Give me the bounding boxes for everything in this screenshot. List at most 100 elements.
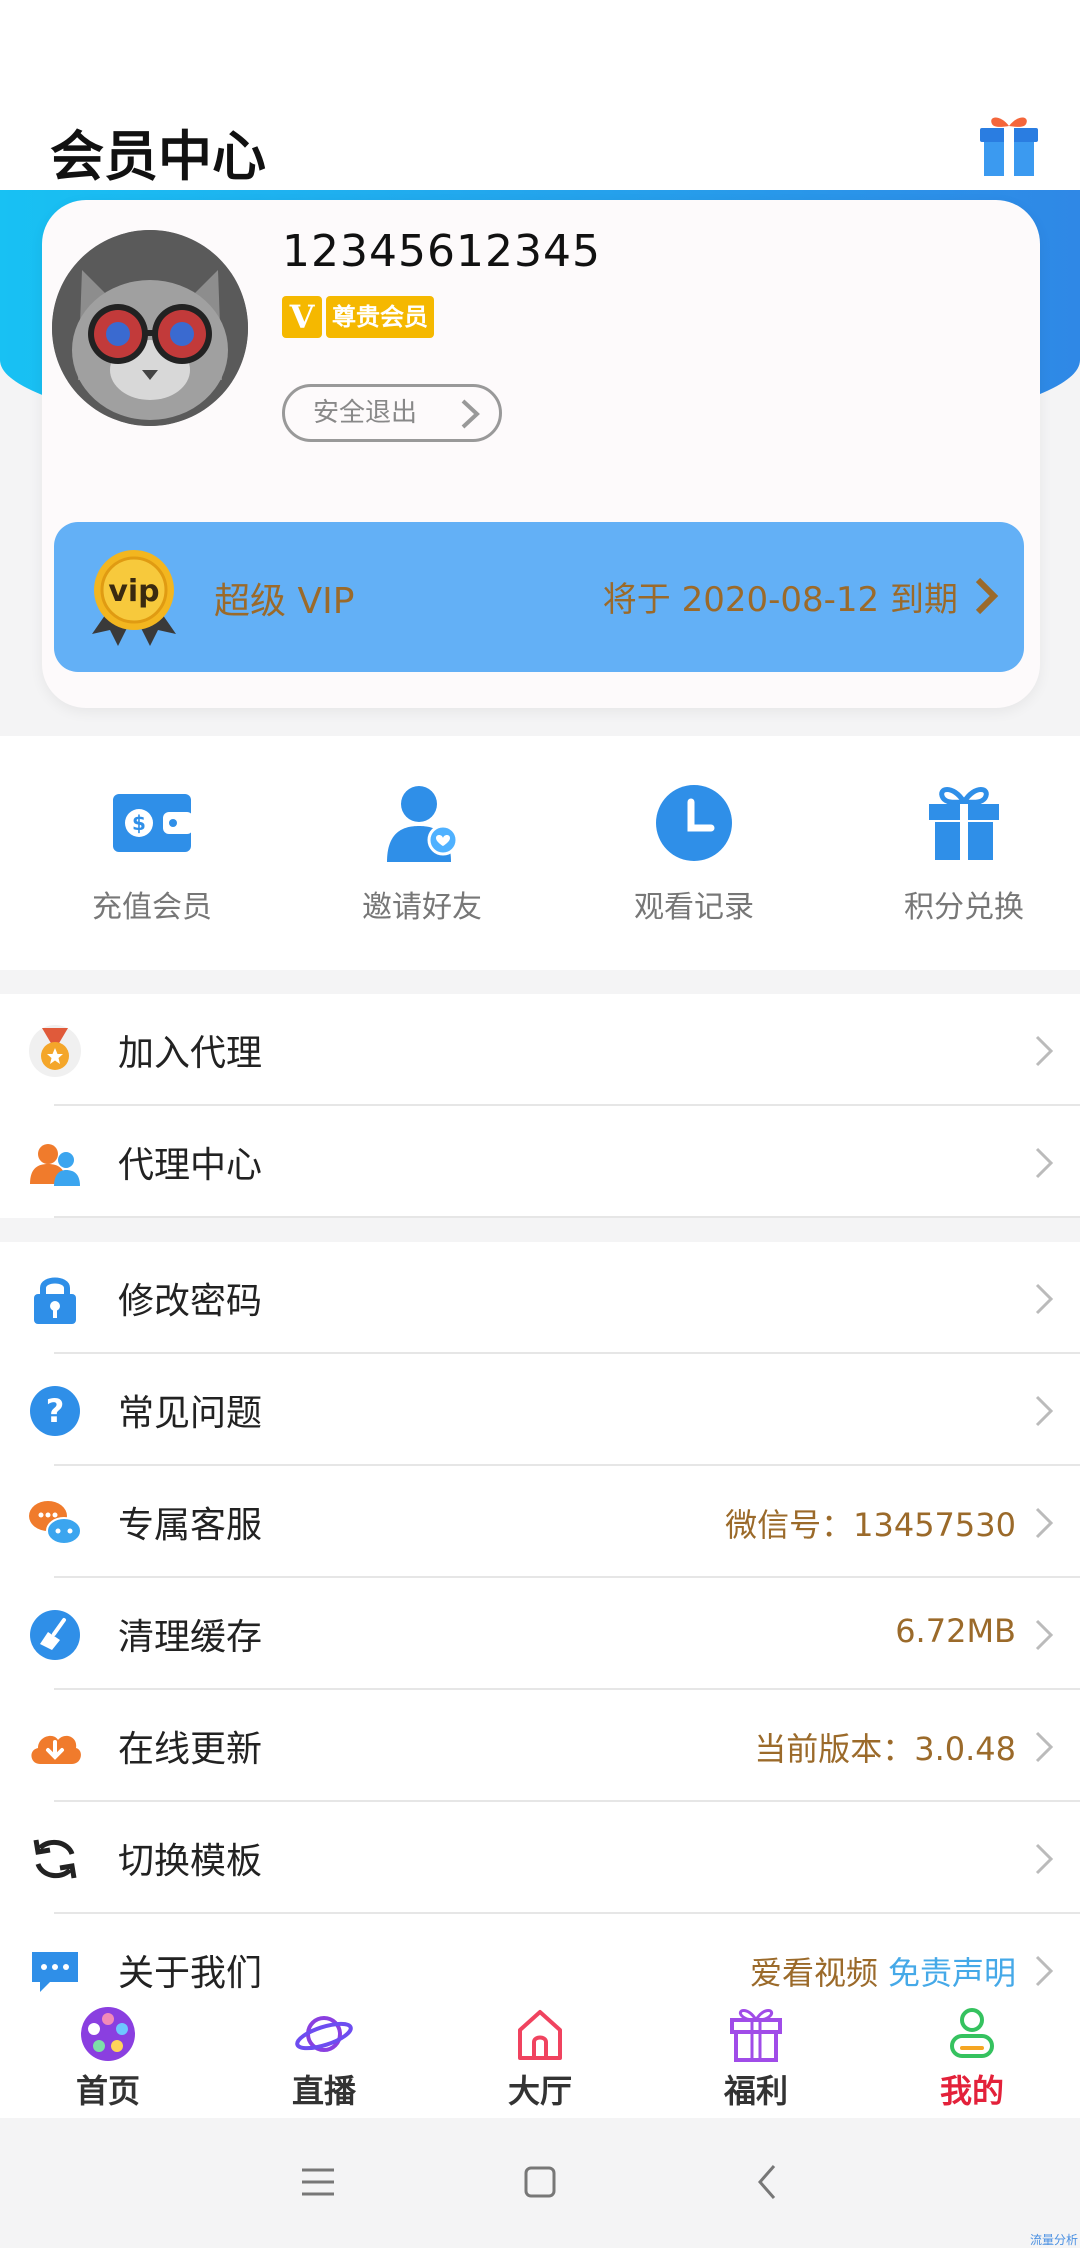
- tab-live[interactable]: 直播: [216, 2004, 432, 2114]
- film-reel-icon: [81, 2007, 135, 2061]
- users-icon: [30, 1144, 80, 1186]
- tab-welfare[interactable]: 福利: [648, 2004, 864, 2114]
- gift-icon: [730, 2009, 782, 2062]
- chevron-right-icon: [1035, 1731, 1054, 1763]
- quick-action-recharge[interactable]: $ 充值会员: [52, 782, 252, 942]
- logout-button[interactable]: 安全退出: [282, 384, 502, 442]
- quick-action-points[interactable]: 积分兑换: [864, 782, 1064, 942]
- menu-item-change-password[interactable]: 修改密码: [0, 1242, 1080, 1354]
- chevron-right-icon: [1035, 1507, 1054, 1539]
- menu-group-agent: 加入代理 代理中心: [0, 994, 1080, 1218]
- chat-icon: [29, 1501, 82, 1545]
- username: 12345612345: [282, 226, 601, 277]
- wechat-id: 微信号：13457530: [725, 1506, 1016, 1544]
- vip-expire-text: 将于 2020-08-12 到期: [602, 580, 958, 620]
- wallet-icon: $: [113, 794, 193, 852]
- menu-item-label: 在线更新: [118, 1729, 263, 1770]
- vip-status-bar[interactable]: vip 超级 VIP 将于 2020-08-12 到期: [54, 522, 1024, 672]
- gift-icon: [929, 787, 999, 860]
- logout-label: 安全退出: [313, 398, 418, 428]
- chevron-right-icon: [1035, 1843, 1054, 1875]
- menu-group-settings: 修改密码 ? 常见问题 专属客服 微信号：13457530 清理缓存 6.72M…: [0, 1242, 1080, 2026]
- quick-action-invite[interactable]: 邀请好友: [322, 782, 522, 942]
- tab-hall[interactable]: 大厅: [432, 2004, 648, 2114]
- menu-item-faq[interactable]: ? 常见问题: [0, 1354, 1080, 1466]
- house-icon: [518, 2010, 562, 2060]
- vip-badge-label: 尊贵会员: [326, 296, 434, 338]
- clock-icon: [656, 785, 732, 861]
- quick-actions: $ 充值会员 邀请好友 观看记录 积分兑换: [0, 736, 1080, 970]
- current-version: 当前版本：3.0.48: [754, 1730, 1016, 1768]
- vip-badge: V 尊贵会员: [282, 296, 434, 338]
- menu-item-join-agent[interactable]: 加入代理: [0, 994, 1080, 1106]
- menu-item-customer-service[interactable]: 专属客服 微信号：13457530: [0, 1466, 1080, 1578]
- chevron-right-icon: [1035, 1035, 1054, 1067]
- gift-icon[interactable]: [974, 110, 1044, 180]
- broom-icon: [30, 1610, 80, 1660]
- chevron-right-icon: [461, 399, 480, 429]
- quick-action-label: 积分兑换: [904, 890, 1024, 925]
- chevron-right-icon: [975, 577, 999, 615]
- about-value: 爱看视频 免责声明: [750, 1948, 1016, 1994]
- tab-home[interactable]: 首页: [0, 2004, 216, 2114]
- avatar[interactable]: [52, 230, 248, 426]
- question-icon: ?: [30, 1386, 80, 1436]
- chevron-right-icon: [1035, 1955, 1054, 1987]
- home-square-icon[interactable]: [520, 2162, 560, 2202]
- quick-action-label: 充值会员: [92, 890, 212, 925]
- vip-level-label: 超级 VIP: [214, 581, 355, 622]
- chevron-right-icon: [1035, 1619, 1054, 1651]
- avatar-cat-image: [52, 230, 248, 426]
- tab-label: 我的: [939, 2072, 1004, 2110]
- back-icon[interactable]: [748, 2162, 788, 2202]
- invite-friend-icon: [387, 786, 459, 862]
- message-icon: [32, 1952, 78, 1992]
- screen: { "header": { "title": "会员中心", "gift_ico…: [0, 0, 1080, 2248]
- menu-icon[interactable]: [298, 2162, 338, 2202]
- menu-item-online-update[interactable]: 在线更新 当前版本：3.0.48: [0, 1690, 1080, 1802]
- vip-badge-letter: V: [282, 296, 322, 338]
- menu-item-label: 加入代理: [118, 1033, 263, 1074]
- medal-icon: [29, 1025, 81, 1077]
- refresh-icon: [33, 1839, 77, 1879]
- tab-label: 首页: [75, 2072, 140, 2110]
- cloud-download-icon: [31, 1735, 81, 1764]
- menu-item-label: 关于我们: [118, 1953, 263, 1994]
- planet-icon: [295, 2016, 353, 2052]
- header: 会员中心: [0, 0, 1080, 190]
- svg-text:vip: vip: [108, 574, 159, 609]
- svg-text:$: $: [132, 811, 146, 835]
- tab-mine[interactable]: 我的: [864, 2004, 1080, 2114]
- disclaimer-link[interactable]: 免责声明: [888, 1954, 1016, 1992]
- quick-action-label: 观看记录: [634, 890, 754, 925]
- menu-item-clear-cache[interactable]: 清理缓存 6.72MB: [0, 1578, 1080, 1690]
- tab-label: 福利: [723, 2072, 788, 2110]
- page-title: 会员中心: [50, 125, 266, 188]
- vip-medal-icon: vip: [92, 550, 176, 646]
- person-icon: [950, 2008, 994, 2058]
- watermark: 流量分析: [1029, 2233, 1078, 2247]
- menu-item-label: 常见问题: [118, 1393, 263, 1434]
- menu-item-agent-center[interactable]: 代理中心: [0, 1106, 1080, 1218]
- tab-label: 直播: [291, 2072, 356, 2110]
- menu-item-label: 修改密码: [118, 1281, 263, 1322]
- chevron-right-icon: [1035, 1283, 1054, 1315]
- menu-item-label: 专属客服: [118, 1505, 263, 1546]
- divider: [54, 1216, 1080, 1218]
- tab-label: 大厅: [507, 2072, 572, 2110]
- profile-card: 12345612345 V 尊贵会员 安全退出 vip 超级 VIP 将于 20…: [42, 200, 1040, 708]
- chevron-right-icon: [1035, 1395, 1054, 1427]
- svg-text:?: ?: [46, 1392, 65, 1430]
- lock-icon: [34, 1277, 76, 1324]
- app-name: 爱看视频: [749, 1954, 878, 1992]
- menu-item-label: 切换模板: [118, 1841, 263, 1882]
- quick-action-label: 邀请好友: [362, 890, 482, 925]
- chevron-right-icon: [1035, 1147, 1054, 1179]
- menu-item-label: 代理中心: [118, 1145, 263, 1186]
- quick-action-history[interactable]: 观看记录: [594, 782, 794, 942]
- menu-item-switch-template[interactable]: 切换模板: [0, 1802, 1080, 1914]
- menu-item-label: 清理缓存: [118, 1617, 263, 1658]
- bottom-tab-bar: 首页 直播 大厅 福利 我的: [0, 2000, 1080, 2118]
- cache-size: 6.72MB: [895, 1612, 1016, 1650]
- system-navigation-bar: 流量分析: [0, 2118, 1080, 2248]
